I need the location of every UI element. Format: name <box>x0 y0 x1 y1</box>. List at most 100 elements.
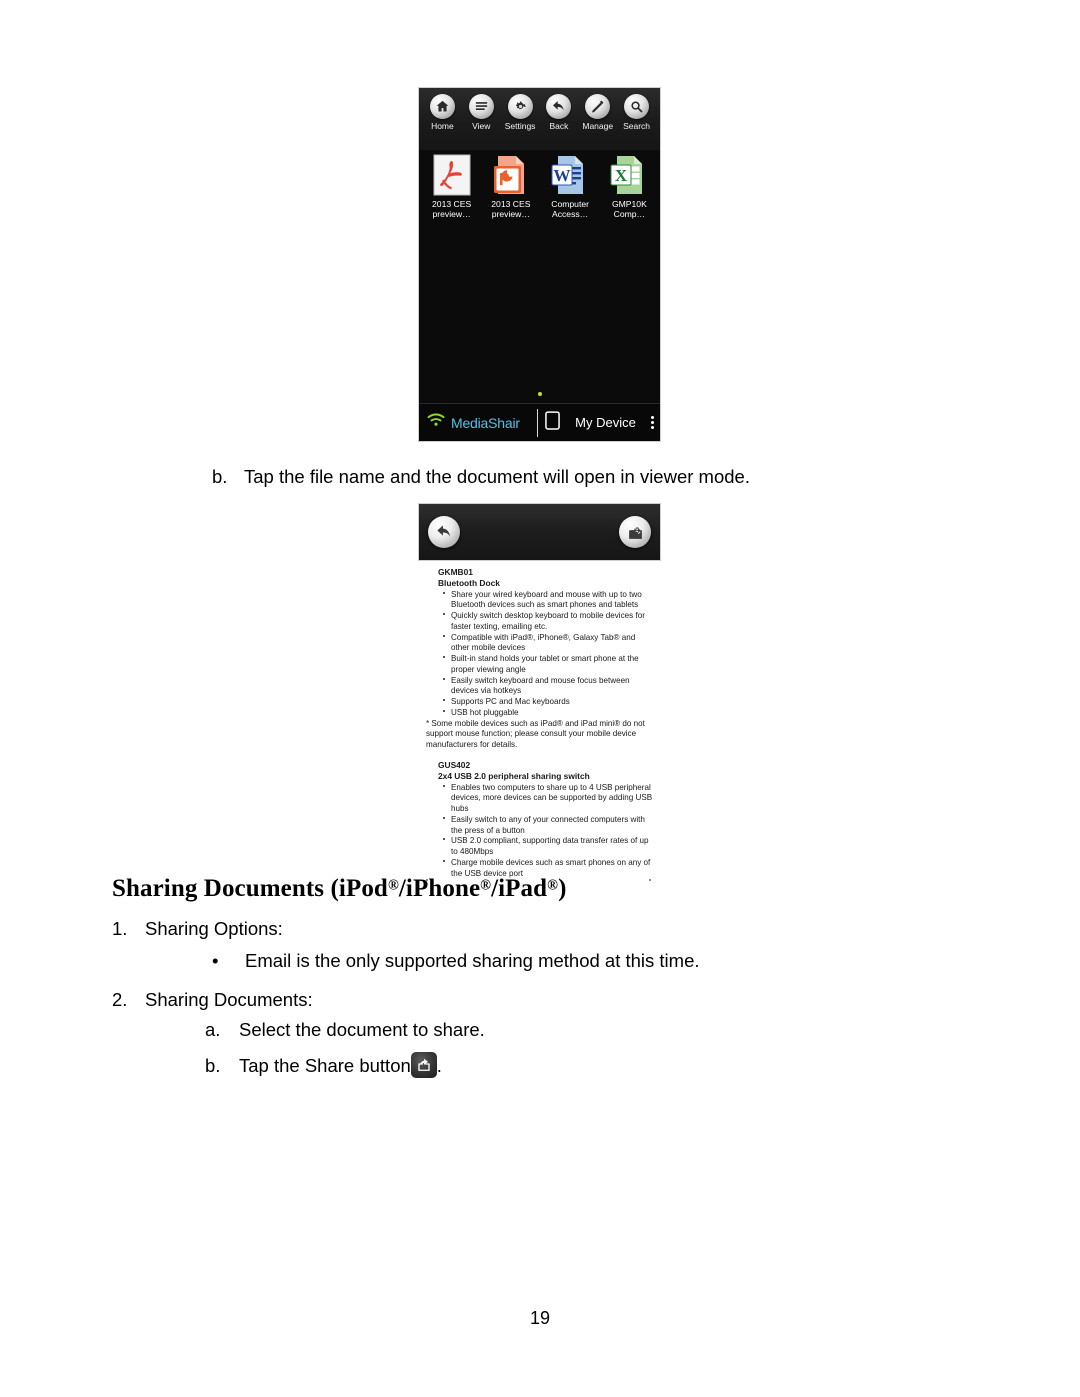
toolbar-button-back[interactable]: Back <box>541 94 577 131</box>
toolbar-label-manage: Manage <box>582 121 614 131</box>
kebab-menu-icon[interactable] <box>651 416 654 429</box>
screenshot-document-viewer: GKMB01 Bluetooth Dock Share your wired k… <box>418 503 661 892</box>
heading-part-4: ) <box>558 875 567 902</box>
gear-icon <box>507 94 533 119</box>
product-features-2: Enables two computers to share up to 4 U… <box>438 783 653 880</box>
product-model-2: GUS402 <box>438 759 471 770</box>
product-footnote-1: * Some mobile devices such as iPad® and … <box>426 718 645 750</box>
app-toolbar: Home View Settings Back Manage Search <box>419 88 660 150</box>
feature-item: USB hot pluggable <box>443 708 653 719</box>
registered-mark: ® <box>480 877 492 894</box>
file-name: GMP10K Comp… <box>612 199 647 219</box>
list-item-2b: b. Tap the Share button. <box>205 1052 442 1078</box>
heading-part-2: /iPhone <box>398 875 481 902</box>
file-name-line1: 2013 CES <box>432 199 472 209</box>
feature-item: Built-in stand holds your tablet or smar… <box>443 654 653 676</box>
step-b-viewer-mode: b. Tap the file name and the document wil… <box>212 466 750 488</box>
device-label: My Device <box>575 415 636 430</box>
feature-item: USB 2.0 compliant, supporting data trans… <box>443 836 653 858</box>
product-title-1: Bluetooth Dock <box>438 578 500 589</box>
powerpoint-file-icon <box>490 154 532 196</box>
file-name-line2: preview… <box>491 209 530 220</box>
share-icon <box>410 1052 437 1078</box>
feature-item: Supports PC and Mac keyboards <box>443 697 653 708</box>
heading-part-3: /iPad <box>491 875 548 902</box>
file-name: Computer Access… <box>551 199 589 219</box>
file-name-line1: 2013 CES <box>491 199 531 209</box>
file-name-line1: Computer <box>551 199 589 209</box>
file-name: 2013 CES preview… <box>432 199 471 219</box>
file-name-line1: GMP10K <box>611 199 647 209</box>
app-bottom-bar: MediaShair My Device <box>419 403 660 441</box>
toolbar-label-view: View <box>472 121 491 131</box>
file-item[interactable]: 2013 CES preview… <box>423 154 480 219</box>
back-arrow-icon <box>546 94 572 119</box>
file-grid: 2013 CES preview… 2013 CES preview… W Co… <box>419 150 660 219</box>
list-marker: 2. <box>112 989 128 1010</box>
sub-text-before: Tap the Share button <box>239 1055 411 1076</box>
toolbar-button-settings[interactable]: Settings <box>502 94 538 131</box>
file-name: 2013 CES preview… <box>491 199 530 219</box>
page-title: Sharing Documents (iPod®/iPhone®/iPad®) <box>112 875 567 903</box>
toolbar-button-view[interactable]: View <box>463 94 499 131</box>
svg-text:W: W <box>554 166 571 185</box>
toolbar-button-search[interactable]: Search <box>619 94 655 131</box>
app-brand-label: MediaShair <box>451 414 520 431</box>
sub-text-after: . <box>436 1055 442 1076</box>
registered-mark: ® <box>387 877 399 894</box>
screenshot-file-browser: Home View Settings Back Manage Search 20… <box>418 87 661 442</box>
step-marker: b. <box>212 466 228 487</box>
feature-item: Easily switch keyboard and mouse focus b… <box>443 676 653 698</box>
home-icon <box>429 94 455 119</box>
page-number: 19 <box>529 1308 551 1328</box>
pencil-icon <box>585 94 611 119</box>
back-arrow-icon[interactable] <box>428 516 460 548</box>
list-text: Sharing Documents: <box>145 989 313 1010</box>
feature-item: Compatible with iPad®, iPhone®, Galaxy T… <box>443 633 653 655</box>
bullet-text: Email is the only supported sharing meth… <box>245 950 700 971</box>
list-item-2a: a. Select the document to share. <box>205 1019 485 1041</box>
product-model-1: GKMB01 <box>438 567 473 577</box>
file-item[interactable]: X GMP10K Comp… <box>601 154 658 219</box>
registered-mark: ® <box>547 877 559 894</box>
toolbar-button-manage[interactable]: Manage <box>580 94 616 131</box>
document-page: Home View Settings Back Manage Search 20… <box>0 0 1080 1397</box>
file-item[interactable]: 2013 CES preview… <box>482 154 539 219</box>
feature-item: Share your wired keyboard and mouse with… <box>443 590 653 612</box>
word-file-icon: W <box>549 154 591 196</box>
bottom-bar-brand-area[interactable]: MediaShair <box>419 413 537 432</box>
bottom-bar-device-area[interactable]: My Device <box>538 410 660 435</box>
sub-marker: b. <box>205 1055 221 1076</box>
list-item-2: 2. Sharing Documents: <box>112 989 313 1011</box>
viewer-toolbar <box>418 503 661 561</box>
heading-part-1: Sharing Documents (iPod <box>112 875 388 902</box>
tablet-icon <box>545 410 560 435</box>
list-item-1: 1. Sharing Options: <box>112 918 283 940</box>
step-text: Tap the file name and the document will … <box>244 466 750 487</box>
svg-text:X: X <box>615 166 628 185</box>
wifi-icon <box>427 413 445 432</box>
feature-item: Enables two computers to share up to 4 U… <box>443 782 653 814</box>
list-icon <box>468 94 494 119</box>
file-name-line2: preview… <box>432 209 471 220</box>
viewer-document-content: GKMB01 Bluetooth Dock Share your wired k… <box>418 561 661 892</box>
pdf-file-icon <box>431 154 473 196</box>
file-item[interactable]: W Computer Access… <box>542 154 599 219</box>
toolbar-button-home[interactable]: Home <box>424 94 460 131</box>
feature-item: Easily switch to any of your connected c… <box>443 815 653 837</box>
page-indicator-dot <box>537 392 542 396</box>
file-name-line2: Comp… <box>613 209 646 220</box>
product-title-2: 2x4 USB 2.0 peripheral sharing switch <box>438 771 590 782</box>
excel-file-icon: X <box>608 154 650 196</box>
toolbar-label-search: Search <box>623 121 651 131</box>
feature-item: Quickly switch desktop keyboard to mobil… <box>443 611 653 633</box>
product-features-1: Share your wired keyboard and mouse with… <box>438 590 653 719</box>
share-icon[interactable] <box>619 516 651 548</box>
search-icon <box>624 94 650 119</box>
sub-text: Select the document to share. <box>239 1019 485 1040</box>
toolbar-label-back: Back <box>549 121 569 131</box>
sub-marker: a. <box>205 1019 221 1040</box>
bullet-marker: • <box>212 950 219 971</box>
toolbar-label-settings: Settings <box>504 121 536 131</box>
list-marker: 1. <box>112 918 128 939</box>
